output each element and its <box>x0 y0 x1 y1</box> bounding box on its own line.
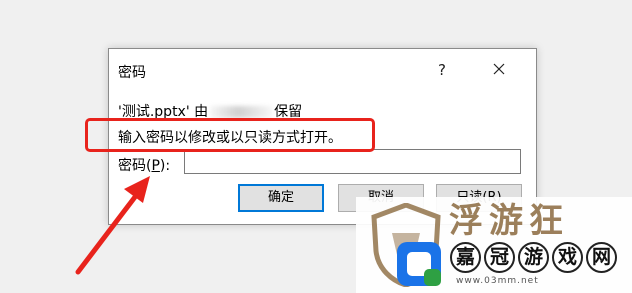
annotation-highlight-box <box>85 118 375 152</box>
game-controller-logo-icon <box>397 242 441 286</box>
ok-button[interactable]: 确定 <box>238 184 324 212</box>
brand-char: 冠 <box>484 242 515 273</box>
password-label: 密码(P): <box>118 155 170 175</box>
help-button[interactable]: ? <box>430 59 454 81</box>
watermark-big-text: 浮游狂 <box>449 201 569 241</box>
password-label-accelerator: P <box>151 158 160 174</box>
brand-char: 嘉 <box>450 242 481 273</box>
watermark-url: www.03mm.net <box>456 276 539 286</box>
close-icon <box>493 63 505 75</box>
brand-char: 游 <box>518 242 549 273</box>
brand-char: 戏 <box>552 242 583 273</box>
watermark-brand: 嘉 冠 游 戏 网 <box>450 242 617 273</box>
redacted-author <box>210 106 273 118</box>
brand-char: 网 <box>586 242 617 273</box>
password-label-end: ): <box>159 158 171 174</box>
watermark-overlay: 浮游狂 嘉 冠 游 戏 网 www.03mm.net <box>356 197 632 293</box>
password-label-text: 密码( <box>118 158 152 174</box>
screen: 密码 ? '测试.pptx' 由保留 输入密码以修改或以只读方式打开。 密码(P… <box>0 0 632 293</box>
dialog-title: 密码 <box>118 65 146 81</box>
close-button[interactable] <box>482 56 516 82</box>
dialog-titlebar: 密码 ? <box>109 49 536 91</box>
password-input[interactable] <box>184 149 521 174</box>
